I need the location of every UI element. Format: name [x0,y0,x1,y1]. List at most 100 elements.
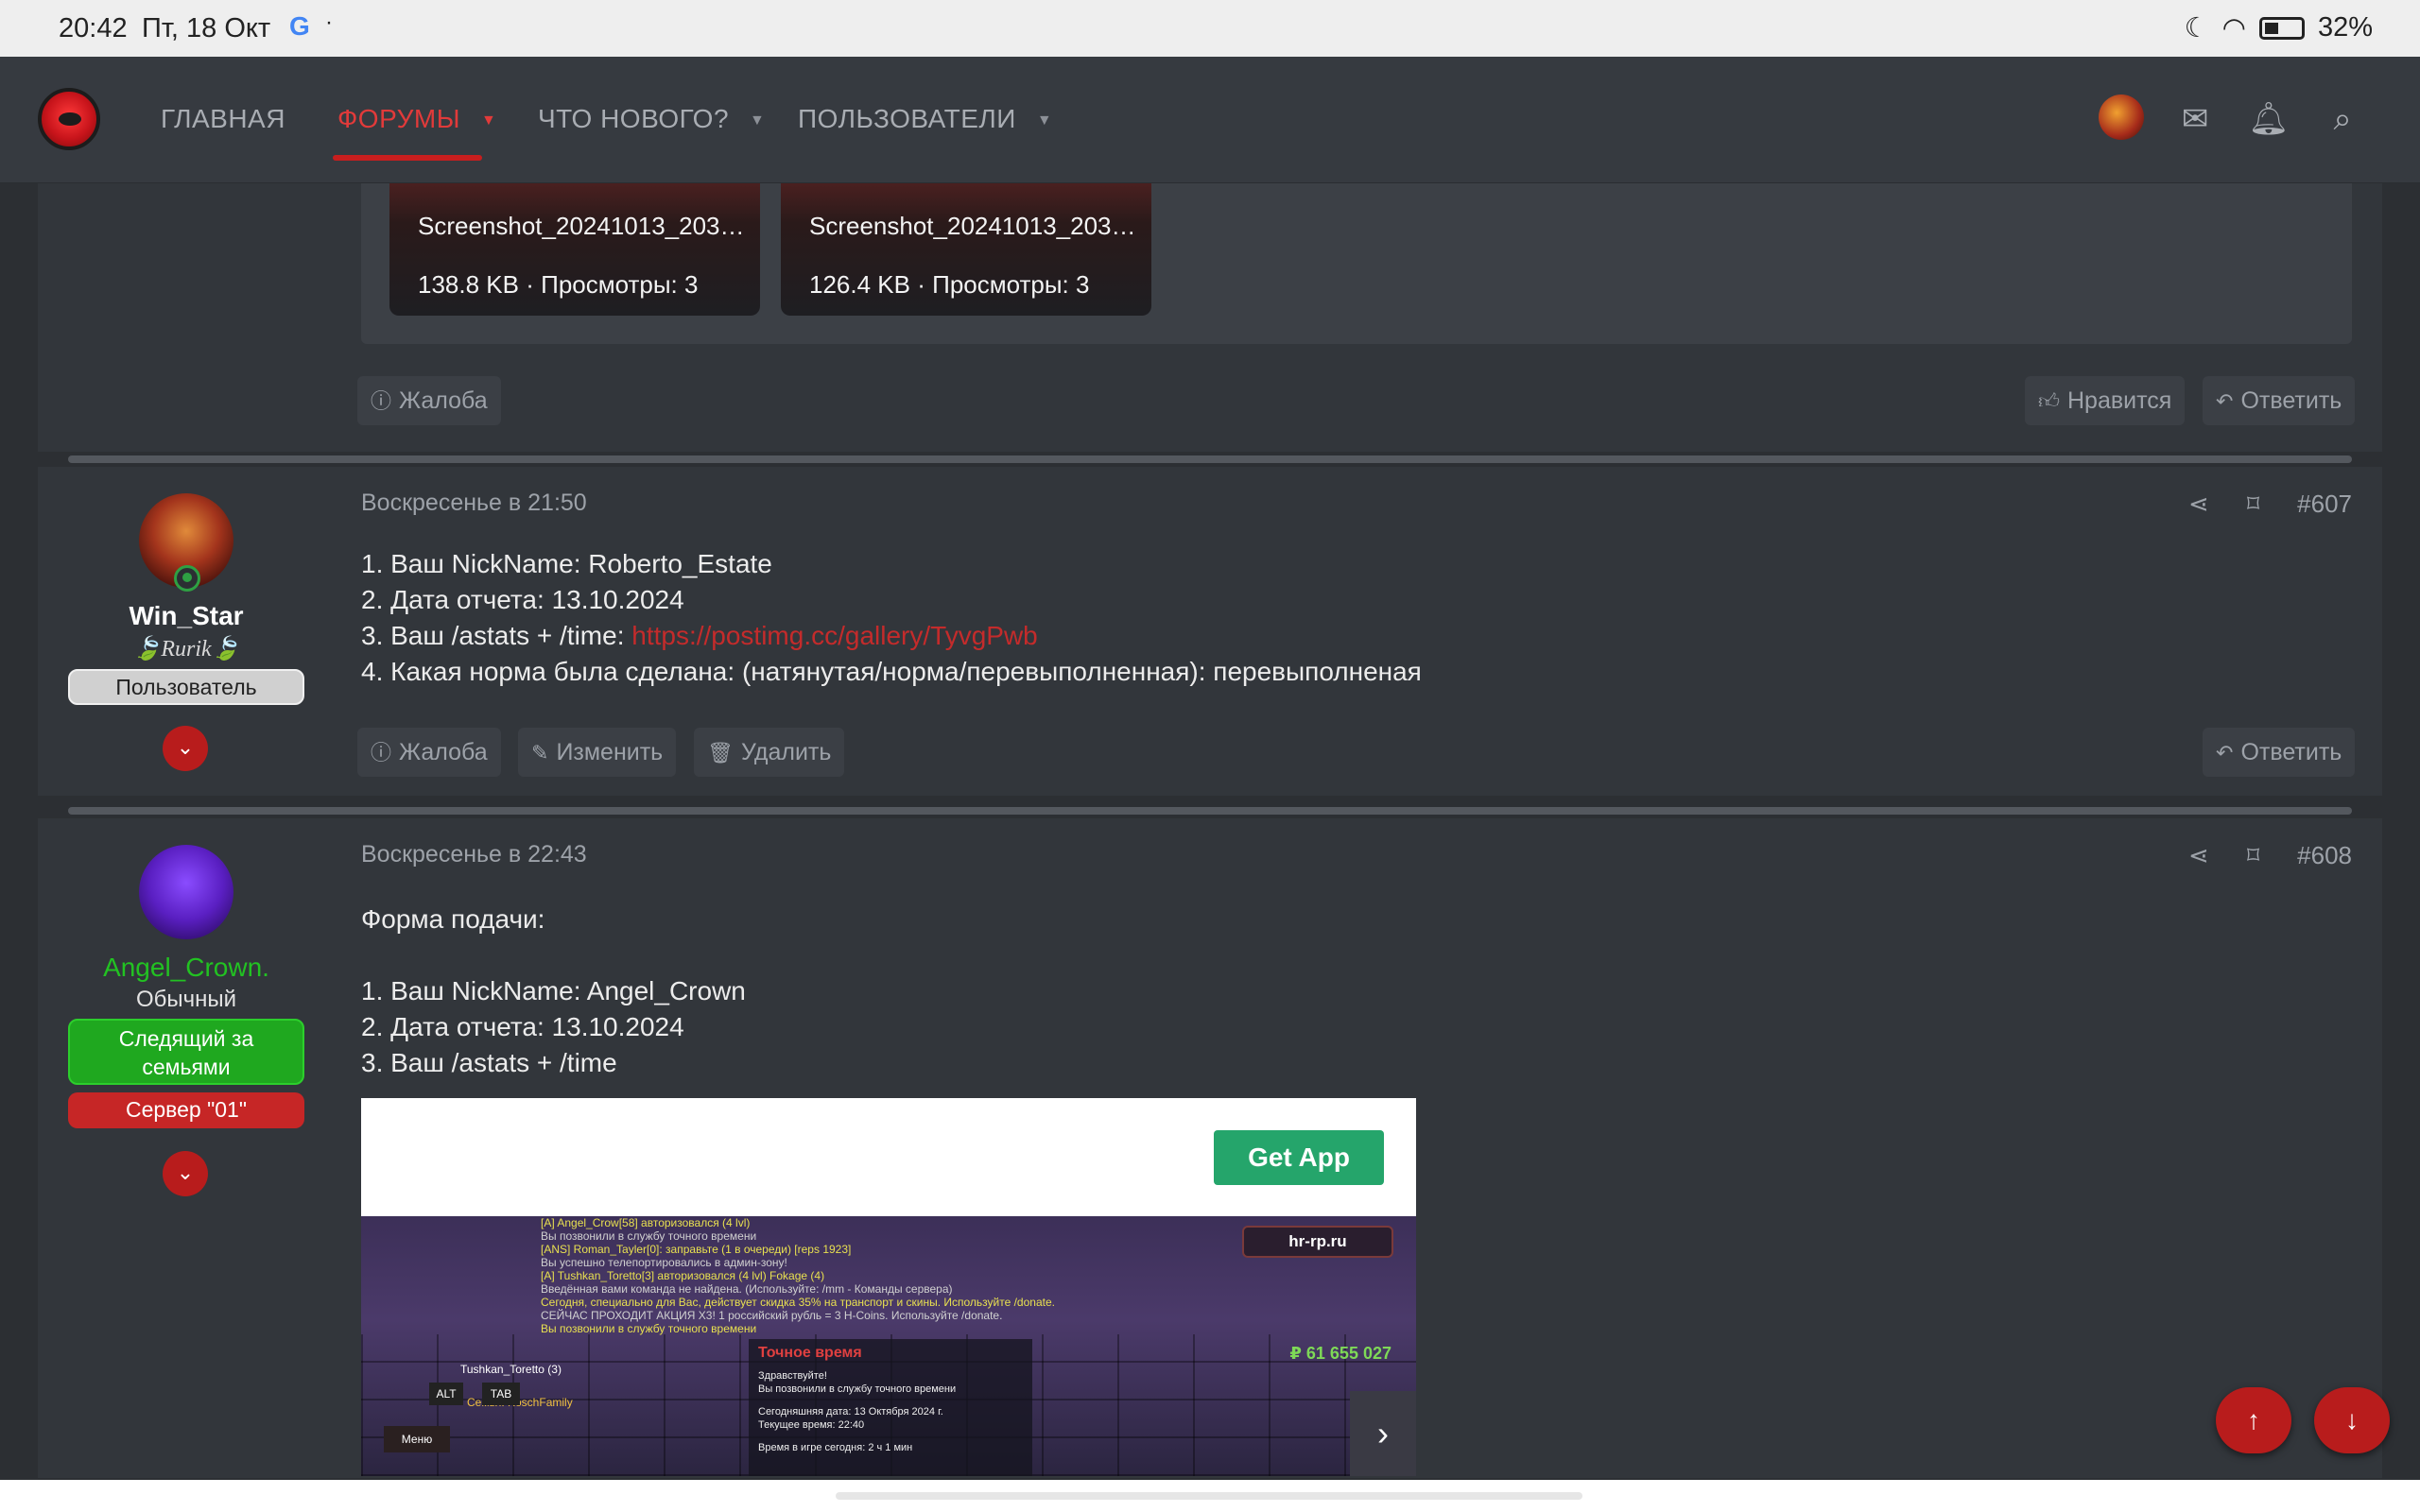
wifi-icon: ◠ [2221,13,2246,43]
chevron-down-icon[interactable]: ⌄ [163,1151,208,1196]
dialog-line: Время в игре сегодня: 2 ч 1 мин [758,1442,913,1453]
delete-label: Удалить [740,739,832,765]
attachment-1[interactable]: Screenshot_20241013_203… 138.8 KB · Прос… [389,183,760,316]
dialog-line-blank [758,1396,1023,1405]
post-line: 4. Какая норма была сделана: (натянутая/… [361,657,1422,686]
user-title: Обычный [135,987,237,1012]
attachment-sep: · [917,270,925,299]
reply-button[interactable]: ↶ Ответить [2203,376,2356,425]
nav-users[interactable]: ПОЛЬЗОВАТЕЛИ ▼ [798,104,1052,134]
chevron-down-icon[interactable]: ⌄ [163,726,208,771]
money-value: ₽ 61 655 027 [1289,1344,1392,1363]
post-line: 2. Дата отчета: 13.10.2024 [361,585,684,614]
nav-users-label: ПОЛЬЗОВАТЕЛИ [798,104,1016,133]
dialog-line: Сегодняшняя дата: 13 Октября 2024 г. [758,1406,943,1418]
like-label: Нравится [2067,387,2172,414]
chevron-right-icon[interactable]: › [1350,1391,1416,1476]
attachment-2[interactable]: Screenshot_20241013_203… 126.4 KB · Прос… [781,183,1151,316]
moon-icon: ☾ [2184,13,2209,43]
post-line-text: 3. Ваш /astats + /time: [361,621,632,650]
attachment-name: Screenshot_20241013_203… [809,212,1136,240]
nav-active-indicator [333,155,482,161]
dialog-line-blank [758,1432,1023,1441]
dialog-line: Здравствуйте! [758,1370,827,1382]
user-title: 🍃Rurik🍃 [132,637,240,662]
gallery-link[interactable]: https://postimg.cc/gallery/TyvgPwb [631,621,1038,650]
chevron-down-icon[interactable]: ▼ [481,112,496,129]
trash-icon: 🗑︎ [707,741,734,765]
hud-site: hr-rp.ru [1242,1226,1393,1258]
reply-icon: ↶ [2216,389,2234,413]
reply-button[interactable]: ↶ Ответить [2203,728,2356,777]
share-icon[interactable]: ⋖ [2188,841,2209,870]
report-button[interactable]: ⓘ Жалоба [357,376,501,425]
dialog-line: Вы позвонили в службу точного времени [758,1383,957,1395]
mail-icon[interactable]: ✉ [2174,98,2216,140]
reply-label: Ответить [2240,387,2342,414]
post-607: Win_Star 🍃Rurik🍃 Пользователь ⌄ Воскресе… [38,467,2382,796]
post-line: 1. Ваш NickName: Angel_Crown [361,976,746,1005]
chat-line: Введённая вами команда не найдена. (Испо… [541,1282,953,1296]
nav-forums-label: ФОРУМЫ [337,104,461,133]
post-line: Форма подачи: [361,904,545,934]
home-indicator[interactable] [836,1492,1582,1500]
forum-logo[interactable] [38,88,100,150]
game-chat: [A] Angel_Crow[58] авторизовался (4 lvl)… [541,1216,1055,1335]
chat-line: [A] Angel_Crow[58] авторизовался (4 lvl) [541,1216,751,1229]
share-icon[interactable]: ⋖ [2188,490,2209,519]
account-avatar[interactable] [2099,94,2144,140]
chat-line: СЕЙЧАС ПРОХОДИТ АКЦИЯ Х3! 1 российский р… [541,1309,1003,1322]
nav-home-label: ГЛАВНАЯ [161,104,285,133]
like-button[interactable]: 👍︎ Нравится [2025,376,2186,425]
chat-line: Сегодня, специально для Вас, действует с… [541,1296,1055,1309]
chat-line: [ANS] Roman_Tayler[0]: заправьте (1 в оч… [541,1243,852,1256]
bell-icon[interactable]: 🔔︎ [2248,98,2290,140]
nav-home[interactable]: ГЛАВНАЯ [161,104,285,134]
username[interactable]: Win_Star [68,601,304,631]
reply-label: Ответить [2240,739,2342,765]
post-date[interactable]: Воскресенье в 21:50 [361,490,587,517]
scroll-up-button[interactable]: ↑ [2216,1387,2291,1453]
battery-icon [2258,16,2305,40]
user-avatar[interactable] [139,845,233,939]
thumbs-up-icon: 👍︎ [2038,389,2060,413]
bookmark-icon[interactable]: ⌑ [2247,490,2259,519]
get-app-button[interactable]: Get App [1214,1130,1384,1185]
report-label: Жалоба [399,387,488,414]
attachment-views: Просмотры: 3 [932,270,1090,299]
reply-icon: ↶ [2216,741,2234,765]
post-608: Angel_Crown. Обычный Следящий за семьями… [38,818,2382,1478]
google-icon: G [289,11,310,41]
battery-percent: 32% [2317,12,2373,43]
thread-content: Screenshot_20241013_203… 138.8 KB · Прос… [38,183,2382,1478]
nav-whats-new-label: ЧТО НОВОГО? [538,104,730,133]
report-button[interactable]: ⓘ Жалоба [357,728,501,777]
attachment-meta: 138.8 KB · Просмотры: 3 [418,270,698,300]
chevron-down-icon[interactable]: ▼ [750,112,765,129]
post-line: 3. Ваш /astats + /time: https://postimg.… [361,618,1422,654]
chat-line: Вы позвонили в службу точного времени [541,1229,757,1243]
nav-forums[interactable]: ФОРУМЫ ▼ [337,104,496,134]
status-date: Пт, 18 Окт [142,13,271,43]
post-number[interactable]: #608 [2297,841,2352,870]
chevron-down-icon[interactable]: ▼ [1037,112,1052,129]
game-menu: Меню [384,1426,450,1452]
username[interactable]: Angel_Crown. [68,953,304,983]
bookmark-icon[interactable]: ⌑ [2247,841,2259,870]
nav-whats-new[interactable]: ЧТО НОВОГО? ▼ [538,104,765,134]
search-icon[interactable]: ⌕ [2322,98,2363,140]
embedded-image[interactable]: Get App [A] Angel_Crow[58] авторизовался… [361,1098,1416,1476]
report-label: Жалоба [399,739,488,765]
post-number[interactable]: #607 [2297,490,2352,519]
status-icons: ☾ ◠ 32% [2185,11,2373,44]
status-time: 20:42 [59,13,128,43]
screen: 20:42 Пт, 18 Окт G · ☾ ◠ 32% ГЛАВНАЯ ФОР… [0,0,2420,1512]
post-tools: ⋖ ⌑ #607 [2188,490,2352,519]
post-date[interactable]: Воскресенье в 22:43 [361,841,587,868]
edit-label: Изменить [556,739,664,765]
scroll-down-button[interactable]: ↓ [2314,1387,2390,1453]
online-status-icon [174,565,200,592]
edit-button[interactable]: ✎ Изменить [518,728,677,777]
delete-button[interactable]: 🗑︎ Удалить [694,728,845,777]
chat-line: Вы успешно телепортировались в админ-зон… [541,1256,787,1269]
